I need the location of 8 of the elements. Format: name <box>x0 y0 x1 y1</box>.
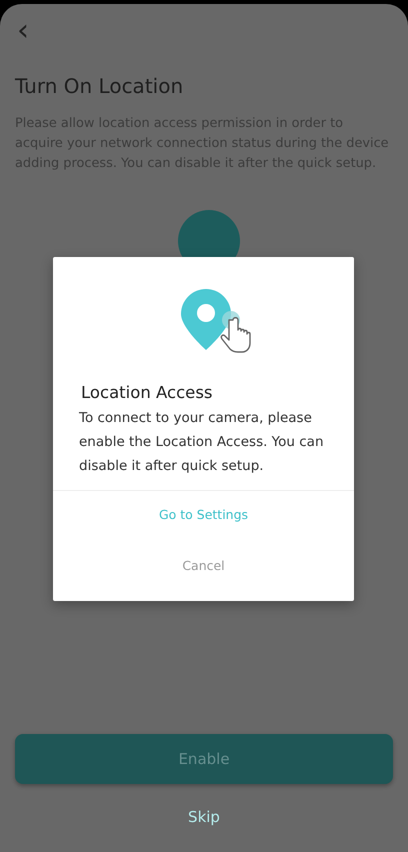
enable-button[interactable]: Enable <box>15 734 393 784</box>
dialog-message: To connect to your camera, please enable the Location Access. You can disable it after quick setup. <box>79 409 324 476</box>
settings-link[interactable]: Go to Settings <box>150 503 256 526</box>
cancel-button[interactable]: Cancel <box>174 554 233 577</box>
dialog-title: Location Access <box>81 383 213 402</box>
skip-link[interactable]: Skip <box>180 804 228 830</box>
back-button[interactable]: ‹ <box>15 10 31 48</box>
page-title: Turn On Location <box>15 74 184 98</box>
